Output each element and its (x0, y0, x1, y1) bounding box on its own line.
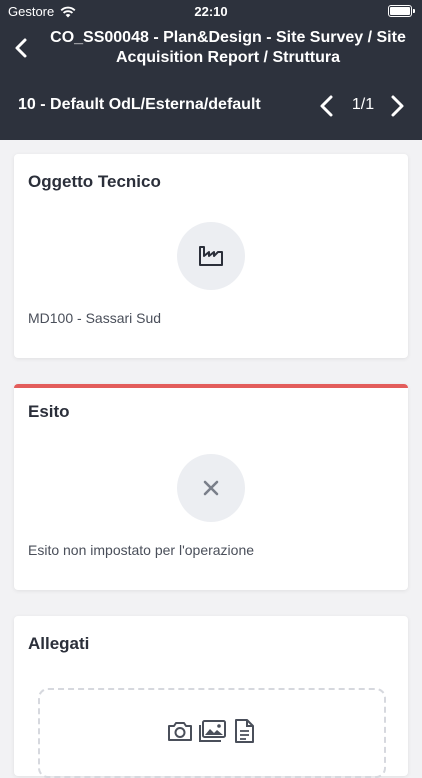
esito-card[interactable]: Esito Esito non impostato per l'operazio… (14, 384, 408, 590)
document-icon[interactable] (232, 718, 256, 744)
back-button[interactable] (8, 34, 36, 62)
next-button[interactable] (384, 92, 410, 120)
nav-bar: CO_SS00048 - Plan&Design - Site Survey /… (0, 24, 422, 72)
context-label: 10 - Default OdL/Esterna/default (18, 96, 261, 113)
card-title: Allegati (28, 634, 90, 653)
clock: 22:10 (194, 4, 228, 19)
factory-icon (199, 246, 223, 266)
esito-status-bar (14, 384, 408, 388)
allegati-card: Allegati (14, 616, 408, 778)
card-title: Esito (28, 402, 70, 421)
status-bar: Gestore 22:10 (0, 0, 422, 24)
context-bar: 10 - Default OdL/Esterna/default 1/1 (0, 72, 422, 140)
esito-icon-circle (177, 454, 245, 522)
close-icon (203, 480, 219, 496)
oggetto-tecnico-card[interactable]: Oggetto Tecnico MD100 - Sassari Sud (14, 154, 408, 358)
page-indicator: 1/1 (351, 96, 375, 113)
battery-icon (388, 5, 415, 17)
previous-button[interactable] (314, 92, 340, 120)
oggetto-tecnico-icon-circle (177, 222, 245, 290)
gallery-icon[interactable] (198, 718, 228, 744)
camera-icon[interactable] (166, 718, 194, 744)
oggetto-tecnico-value: MD100 - Sassari Sud (28, 310, 162, 326)
esito-value: Esito non impostato per l'operazione (28, 542, 255, 558)
card-title: Oggetto Tecnico (28, 172, 161, 191)
page-title: CO_SS00048 - Plan&Design - Site Survey /… (50, 29, 406, 66)
attachment-actions (166, 718, 256, 744)
